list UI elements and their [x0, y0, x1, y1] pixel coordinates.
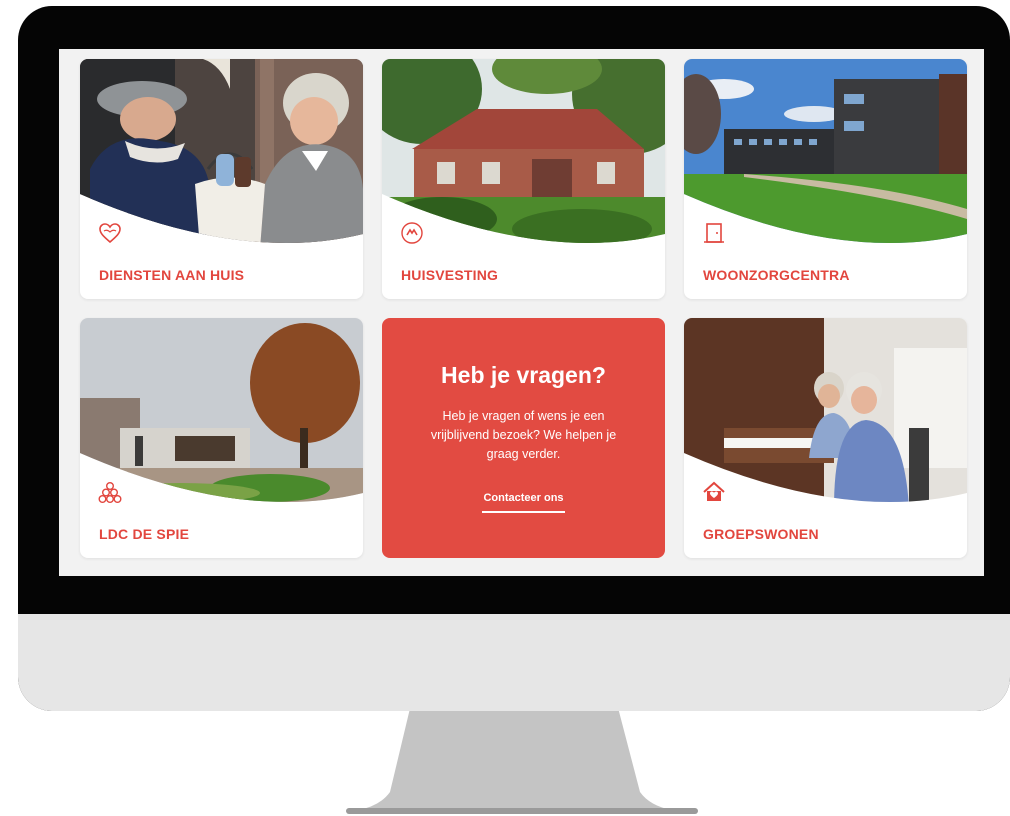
card-label: HUISVESTING	[401, 267, 499, 283]
card-ldc-de-spie[interactable]: LDC DE SPIE	[80, 318, 363, 558]
photo-piano-residents	[684, 318, 967, 502]
card-label: LDC DE SPIE	[99, 526, 190, 542]
cta-body: Heb je vragen of wens je een vrijblijven…	[430, 409, 617, 461]
contact-cta-card: Heb je vragen? Heb je vragen of wens je …	[382, 318, 665, 558]
cta-title: Heb je vragen?	[441, 362, 606, 388]
card-label: GROEPSWONEN	[703, 526, 819, 542]
photo-home-delivery	[80, 59, 363, 243]
house-hands-icon	[401, 222, 423, 244]
card-woonzorgcentra[interactable]: WOONZORGCENTRA	[684, 59, 967, 299]
monitor-frame: DIENSTEN AAN HUIS HUISVESTING WOONZORGCE…	[18, 6, 1010, 711]
card-label: DIENSTEN AAN HUIS	[99, 267, 245, 283]
house-heart-icon	[703, 481, 725, 501]
card-huisvesting[interactable]: HUISVESTING	[382, 59, 665, 299]
photo-ldc-building	[80, 318, 363, 502]
monitor-chin	[18, 614, 1010, 711]
circles-icon	[98, 482, 122, 503]
website-screen: DIENSTEN AAN HUIS HUISVESTING WOONZORGCE…	[59, 49, 984, 576]
card-groepswonen[interactable]: GROEPSWONEN	[684, 318, 967, 558]
photo-care-center	[684, 59, 967, 243]
door-icon	[704, 223, 724, 243]
heart-icon	[99, 223, 121, 244]
contact-link[interactable]: Contacteer ons	[482, 492, 565, 513]
card-diensten-aan-huis[interactable]: DIENSTEN AAN HUIS	[80, 59, 363, 299]
card-label: WOONZORGCENTRA	[703, 267, 850, 283]
photo-brick-house	[382, 59, 665, 243]
